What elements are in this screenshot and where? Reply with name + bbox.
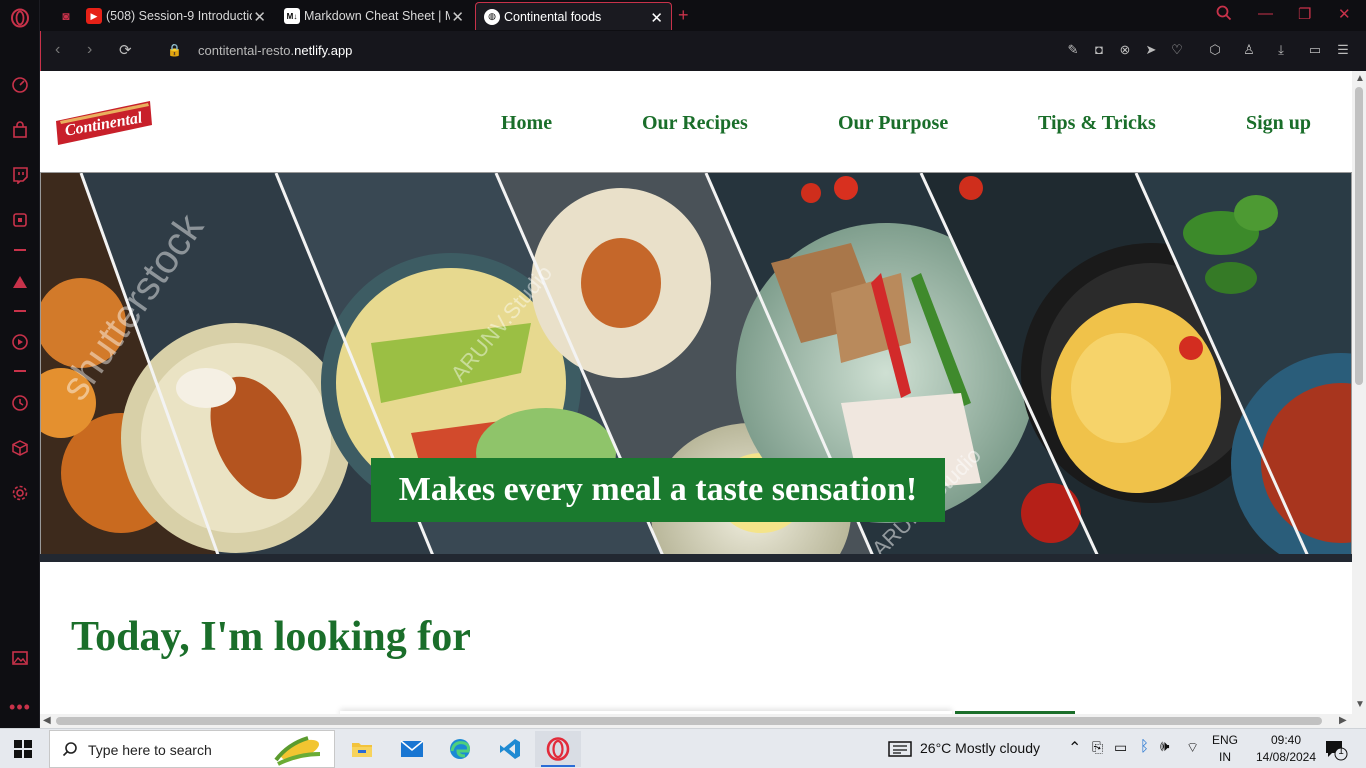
minimize-window-icon[interactable]: — bbox=[1258, 5, 1273, 22]
nav-our-recipes[interactable]: Our Recipes bbox=[642, 112, 748, 135]
scroll-right-icon[interactable]: ▶ bbox=[1339, 715, 1347, 726]
windows-taskbar: Type here to search 26°C Mostly cloudy ⌃ bbox=[0, 728, 1366, 768]
nav-tips-tricks[interactable]: Tips & Tricks bbox=[1038, 112, 1156, 135]
tab-youtube[interactable]: ▶ (508) Session-9 Introductio ✕ bbox=[78, 2, 274, 30]
new-tab-plus-icon[interactable]: + bbox=[678, 5, 689, 26]
youtube-icon: ▶ bbox=[86, 8, 102, 24]
forward-arrow-icon[interactable]: › bbox=[87, 41, 92, 59]
section-heading: Today, I'm looking for bbox=[71, 614, 471, 660]
site-header: Continental Home Our Recipes Our Purpose… bbox=[40, 71, 1352, 173]
adblock-icon[interactable]: ⊗ bbox=[1117, 42, 1133, 58]
scroll-left-icon[interactable]: ◀ bbox=[43, 715, 51, 726]
tab-markdown[interactable]: M↓ Markdown Cheat Sheet | M ✕ bbox=[276, 2, 472, 30]
opera-logo-icon[interactable] bbox=[10, 8, 30, 28]
address-bar: ‹ › ⟳ 🔒 contitental-resto.netlify.app ✎ … bbox=[40, 31, 1366, 71]
reload-icon[interactable]: ⟳ bbox=[119, 41, 132, 59]
edit-icon[interactable]: ✎ bbox=[1065, 42, 1081, 58]
sidebar-divider bbox=[14, 249, 26, 251]
scroll-down-icon[interactable]: ▼ bbox=[1355, 699, 1365, 710]
extensions-cube-icon[interactable] bbox=[10, 438, 30, 458]
extensions-icon[interactable]: ⬡ bbox=[1207, 42, 1223, 58]
chevron-up-icon[interactable]: ⌃ bbox=[1068, 738, 1081, 758]
url-field[interactable]: contitental-resto.netlify.app bbox=[198, 43, 352, 58]
wifi-icon[interactable]: ⌔ bbox=[1186, 739, 1199, 757]
heart-icon[interactable]: ♡ bbox=[1169, 42, 1185, 58]
gamepad-icon: ◙ bbox=[62, 9, 70, 23]
player-icon[interactable] bbox=[10, 332, 30, 352]
edge-browser-icon[interactable] bbox=[437, 731, 483, 767]
clock-time[interactable]: 09:40 bbox=[1248, 733, 1324, 747]
markdown-icon: M↓ bbox=[284, 8, 300, 24]
notification-count: 1 bbox=[1338, 746, 1344, 757]
page-viewport: Continental Home Our Recipes Our Purpose… bbox=[40, 71, 1366, 728]
volume-icon[interactable]: 🕪 bbox=[1160, 738, 1169, 755]
tab-title: Markdown Cheat Sheet | M bbox=[304, 9, 450, 23]
tab-workspace[interactable]: ◙ bbox=[50, 2, 70, 30]
sidebar-divider bbox=[14, 370, 26, 372]
close-tab-icon[interactable]: ✕ bbox=[253, 8, 266, 26]
send-icon[interactable]: ➤ bbox=[1143, 42, 1159, 58]
profile-icon[interactable]: ♙ bbox=[1241, 42, 1257, 58]
search-placeholder: Type here to search bbox=[88, 742, 212, 758]
twitch-icon[interactable] bbox=[10, 165, 30, 185]
tab-continental[interactable]: ◍ Continental foods ✕ bbox=[475, 2, 672, 30]
bluetooth-icon[interactable]: ᛒ bbox=[1140, 738, 1149, 755]
file-explorer-icon[interactable] bbox=[339, 731, 385, 767]
weather-cloud-icon[interactable] bbox=[888, 741, 912, 757]
hero-bottom-bar bbox=[40, 554, 1352, 562]
region-indicator[interactable]: IN bbox=[1212, 750, 1238, 764]
history-icon[interactable] bbox=[10, 393, 30, 413]
url-tld: netlify.app bbox=[294, 43, 353, 58]
scroll-up-icon[interactable]: ▲ bbox=[1355, 73, 1365, 84]
meet-now-icon[interactable]: ⎘ bbox=[1092, 739, 1103, 756]
close-tab-icon[interactable]: ✕ bbox=[650, 9, 663, 27]
url-domain: contitental-resto. bbox=[198, 43, 295, 58]
weather-text[interactable]: 26°C Mostly cloudy bbox=[920, 740, 1040, 756]
clock-date[interactable]: 14/08/2024 bbox=[1248, 750, 1324, 764]
vertical-scroll-thumb[interactable] bbox=[1355, 87, 1363, 385]
aria-icon[interactable] bbox=[10, 272, 30, 292]
globe-icon: ◍ bbox=[484, 8, 500, 25]
screen: ••• ◙ ▶ (508) Session-9 Introductio ✕ M↓… bbox=[0, 0, 1366, 768]
language-indicator[interactable]: ENG bbox=[1212, 733, 1238, 747]
continental-logo[interactable]: Continental bbox=[54, 99, 154, 147]
taskbar-search-box[interactable]: Type here to search bbox=[49, 730, 335, 768]
more-options-icon[interactable]: ••• bbox=[9, 697, 30, 717]
horizontal-scroll-thumb[interactable] bbox=[56, 717, 1322, 725]
close-tab-icon[interactable]: ✕ bbox=[451, 8, 464, 26]
nav-sign-up[interactable]: Sign up bbox=[1246, 112, 1311, 135]
easy-setup-icon[interactable]: ☰ bbox=[1335, 42, 1351, 58]
tab-title: (508) Session-9 Introductio bbox=[106, 9, 252, 23]
hero-banner: shutterstock ARUNV.Studio ARUNV.Studio M… bbox=[40, 172, 1352, 562]
battery-saver-icon[interactable]: ▭ bbox=[1307, 42, 1323, 58]
sidebar-divider bbox=[14, 310, 26, 312]
lock-icon: 🔒 bbox=[167, 43, 182, 57]
nav-our-purpose[interactable]: Our Purpose bbox=[838, 112, 948, 135]
corn-weather-widget-icon bbox=[274, 736, 321, 766]
vertical-scrollbar[interactable]: ▲ ▼ bbox=[1352, 71, 1366, 728]
gallery-icon[interactable] bbox=[10, 648, 30, 668]
opera-sidebar: ••• bbox=[0, 0, 40, 728]
hero-tagline: Makes every meal a taste sensation! bbox=[371, 458, 945, 522]
close-window-icon[interactable]: ✕ bbox=[1338, 5, 1351, 23]
battery-icon[interactable]: ▭ bbox=[1114, 739, 1127, 756]
shopping-bag-icon[interactable] bbox=[10, 120, 30, 140]
windows-start-icon[interactable] bbox=[14, 740, 32, 758]
vscode-icon[interactable] bbox=[487, 731, 533, 767]
crypto-wallet-icon[interactable] bbox=[10, 210, 30, 230]
opera-taskbar-icon[interactable] bbox=[535, 731, 581, 767]
back-arrow-icon[interactable]: ‹ bbox=[55, 41, 60, 59]
snapshot-camera-icon[interactable]: ◘ bbox=[1091, 42, 1107, 57]
download-icon[interactable]: ⤓ bbox=[1273, 42, 1289, 58]
settings-gear-icon[interactable] bbox=[10, 483, 30, 503]
nav-home[interactable]: Home bbox=[501, 112, 552, 135]
search-icon bbox=[62, 742, 77, 757]
tab-bar: ◙ ▶ (508) Session-9 Introductio ✕ M↓ Mar… bbox=[40, 0, 1366, 31]
tab-search-icon[interactable] bbox=[1216, 5, 1232, 25]
horizontal-scrollbar[interactable]: ◀ ▶ bbox=[40, 714, 1352, 728]
speed-dial-icon[interactable] bbox=[10, 75, 30, 95]
mail-icon[interactable] bbox=[389, 731, 435, 767]
restore-window-icon[interactable]: ❐ bbox=[1298, 5, 1311, 23]
tab-title: Continental foods bbox=[504, 9, 602, 24]
